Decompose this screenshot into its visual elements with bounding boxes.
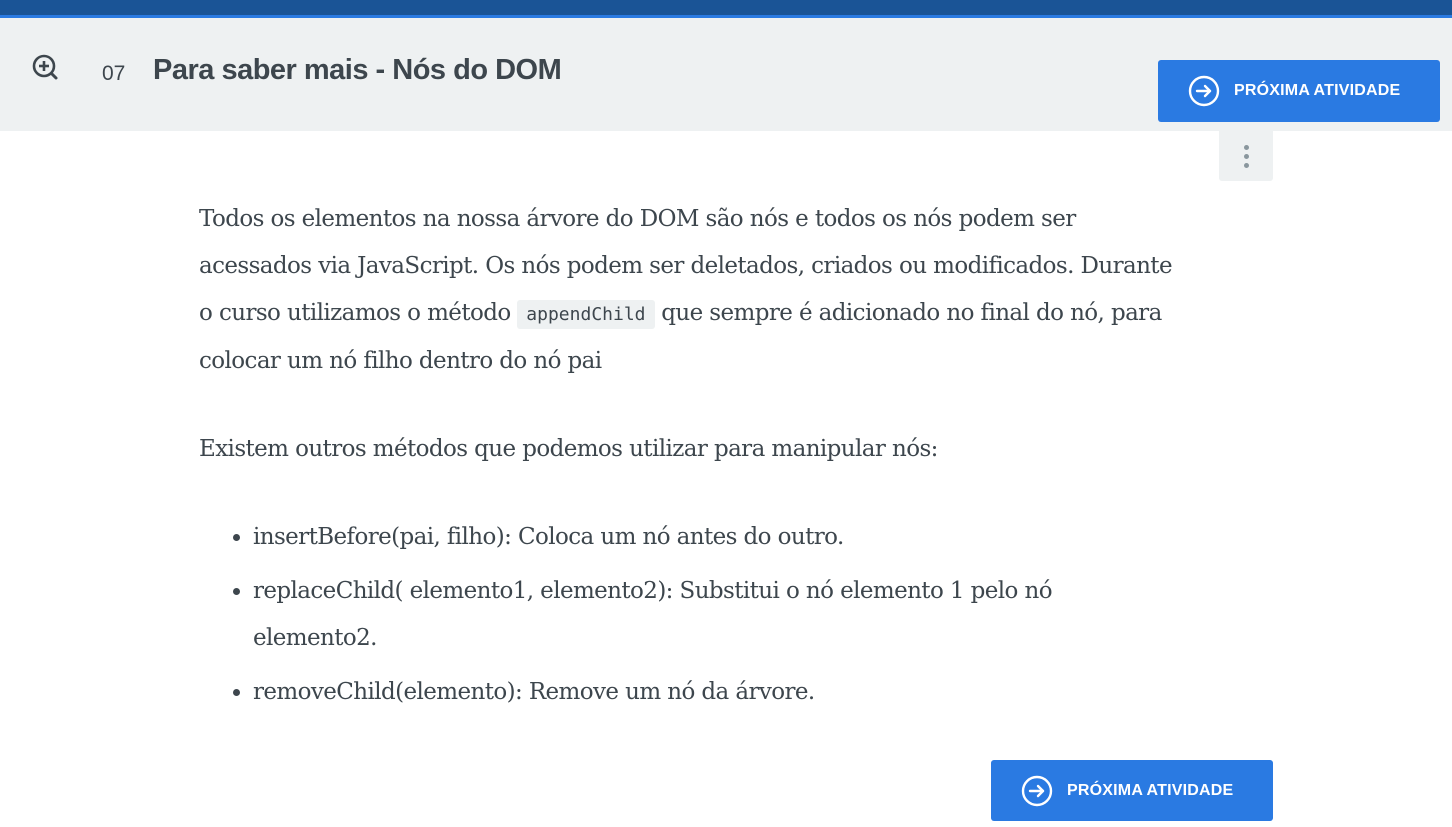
next-activity-button[interactable]: PRÓXIMA ATIVIDADE: [1158, 60, 1440, 122]
methods-intro-paragraph: Existem outros métodos que podemos utili…: [199, 436, 938, 462]
zoom-plus-icon[interactable]: [31, 53, 59, 81]
arrow-right-circle-icon: [1021, 775, 1053, 807]
methods-list: insertBefore(pai, filho): Coloca um nó a…: [199, 514, 1179, 716]
more-vertical-icon: [1243, 153, 1249, 159]
more-vertical-icon: [1243, 144, 1249, 150]
next-activity-button-bottom[interactable]: PRÓXIMA ATIVIDADE: [991, 760, 1273, 821]
lesson-number: 07: [102, 62, 126, 85]
activity-header: 07 Para saber mais - Nós do DOM PRÓXIMA …: [0, 18, 1452, 131]
page-title: Para saber mais - Nós do DOM: [153, 54, 562, 86]
activity-content: Todos os elementos na nossa árvore do DO…: [199, 196, 1179, 723]
inline-code: appendChild: [517, 300, 655, 329]
list-item: removeChild(elemento): Remove um nó da á…: [253, 669, 1179, 716]
more-vertical-icon: [1243, 162, 1249, 168]
next-activity-label: PRÓXIMA ATIVIDADE: [1234, 82, 1401, 99]
arrow-right-circle-icon: [1188, 75, 1220, 107]
list-item: replaceChild( elemento1, elemento2): Sub…: [253, 568, 1179, 662]
next-activity-label: PRÓXIMA ATIVIDADE: [1067, 781, 1234, 799]
intro-paragraph: Todos os elementos na nossa árvore do DO…: [199, 196, 1179, 385]
list-item: insertBefore(pai, filho): Coloca um nó a…: [253, 514, 1179, 561]
more-options-button[interactable]: [1219, 131, 1273, 181]
top-bar: [0, 0, 1452, 18]
